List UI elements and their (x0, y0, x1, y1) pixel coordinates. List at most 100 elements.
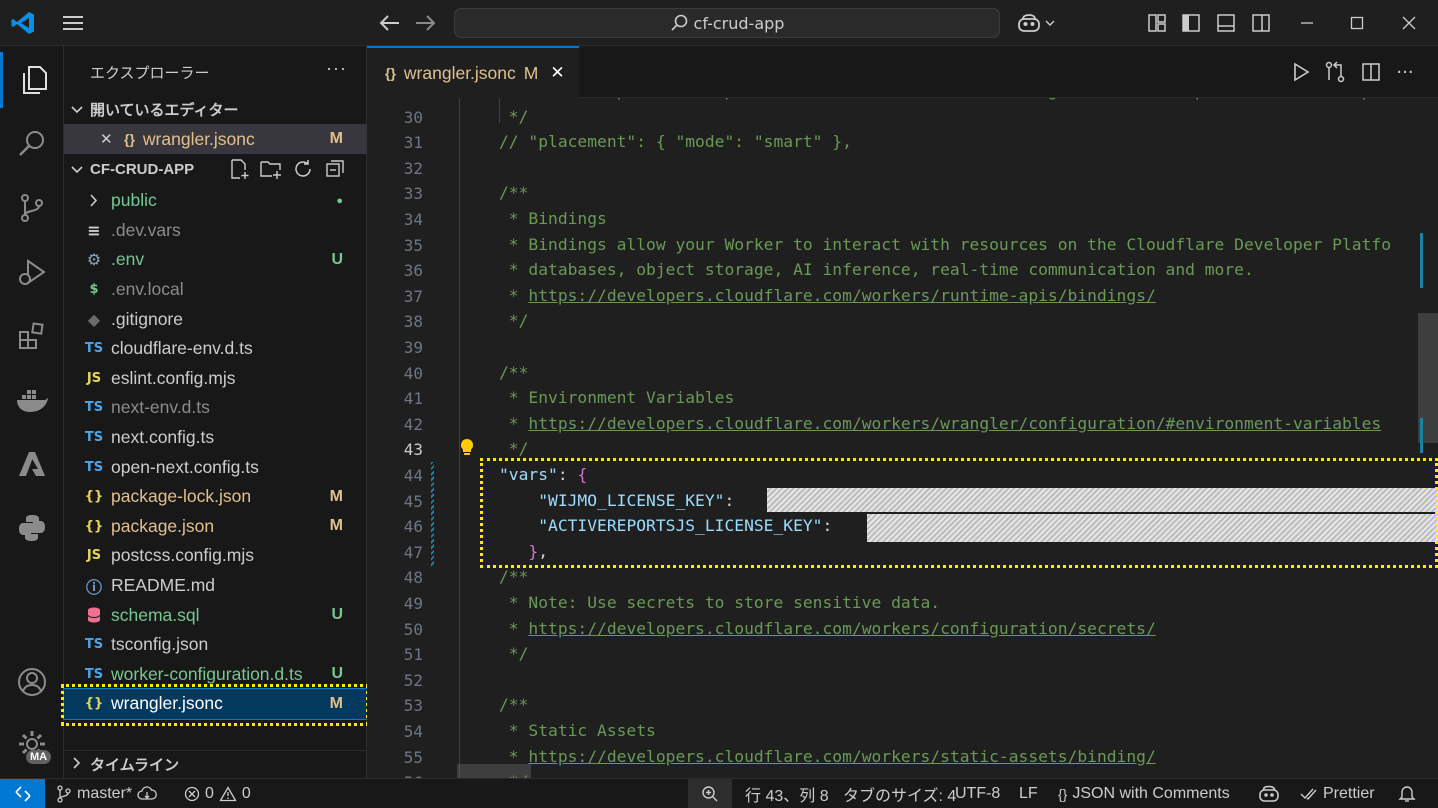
horizontal-scrollbar-thumb[interactable] (457, 764, 531, 778)
timeline-header[interactable]: タイムライン (64, 750, 367, 778)
cursor-position[interactable]: 行 43、列 8 (745, 779, 829, 808)
forward-icon[interactable] (410, 8, 440, 38)
tab-size[interactable]: タブのサイズ: 4 (843, 779, 956, 808)
file-item[interactable]: ⓘ README.md (64, 571, 367, 601)
file-item[interactable]: JS eslint.config.mjs (64, 364, 367, 394)
toggle-primary-sidebar-icon[interactable] (1178, 10, 1204, 36)
encoding[interactable]: UTF-8 (955, 779, 1000, 808)
source-control-icon[interactable] (0, 180, 64, 236)
more-actions-icon[interactable]: ··· (326, 58, 347, 79)
json-key: "WIJMO_LICENSE_KEY" (538, 490, 725, 510)
tab-close-icon[interactable]: ✕ (550, 63, 564, 83)
remote-indicator[interactable] (0, 779, 45, 808)
project-folder-label: CF-CRUD-APP (90, 160, 195, 178)
toggle-panel-icon[interactable] (1213, 10, 1239, 36)
extensions-icon[interactable] (0, 308, 64, 364)
more-editor-actions-icon[interactable]: ··· (1391, 58, 1419, 86)
punctuation: , (538, 541, 549, 561)
close-window-icon[interactable] (1394, 8, 1424, 38)
prettier-text: Prettier (1323, 785, 1375, 802)
file-name: eslint.config.mjs (111, 367, 236, 388)
code-link[interactable]: https://developers.cloudflare.com/worker… (587, 98, 1391, 100)
file-item[interactable]: {} wrangler.jsonc M (63, 688, 368, 720)
branch-status[interactable]: master* (56, 779, 157, 808)
new-file-icon[interactable] (228, 158, 250, 185)
prettier-status[interactable]: Prettier (1300, 779, 1375, 808)
file-item[interactable]: schema.sql U (64, 600, 367, 630)
zoom-indicator[interactable] (688, 779, 732, 808)
line-number: 45 (403, 491, 423, 511)
code-link[interactable]: https://developers.cloudflare.com/worker… (528, 414, 1381, 433)
json-key: "vars" (499, 465, 558, 484)
vscode-logo-icon (8, 8, 38, 38)
compare-changes-icon[interactable] (1321, 58, 1349, 86)
file-item[interactable]: TS open-next.config.ts (64, 452, 367, 482)
azure-icon[interactable] (0, 436, 64, 492)
explorer-icon[interactable] (0, 52, 64, 108)
file-name: .env.local (111, 279, 184, 300)
copilot-menu[interactable] (1012, 8, 1060, 38)
lightbulb-icon[interactable] (459, 438, 475, 462)
encoding-text: UTF-8 (955, 785, 1001, 802)
problems-status[interactable]: 0 0 (184, 779, 251, 808)
file-item[interactable]: TS next.config.ts (64, 423, 367, 453)
line-number: 42 (403, 414, 423, 434)
back-icon[interactable] (375, 8, 405, 38)
language-mode[interactable]: {} JSON with Comments (1058, 779, 1230, 808)
minimize-icon[interactable] (1292, 8, 1322, 38)
code-link[interactable]: https://developers.cloudflare.com/worker… (528, 747, 1155, 766)
file-item[interactable]: TS tsconfig.json (64, 630, 367, 660)
close-editor-icon[interactable]: ✕ (100, 130, 116, 148)
menu-icon[interactable] (58, 8, 88, 38)
new-folder-icon[interactable] (259, 158, 283, 185)
scrollbar-track[interactable] (1418, 98, 1438, 778)
file-item[interactable]: TS next-env.d.ts (64, 393, 367, 423)
customize-layout-icon[interactable] (1144, 10, 1170, 36)
refresh-icon[interactable] (292, 158, 314, 185)
search-view-icon[interactable] (0, 116, 64, 172)
sync-cloud-icon[interactable] (137, 786, 157, 802)
modified-badge: M (329, 487, 343, 505)
project-folder-header[interactable]: CF-CRUD-APP (64, 155, 367, 183)
command-center-text: cf-crud-app (693, 13, 785, 33)
file-item[interactable]: ⚙ .env U (64, 245, 367, 275)
file-item[interactable]: {} package.json M (64, 512, 367, 542)
line-number: 41 (403, 389, 423, 409)
changes-dot: ● (336, 194, 343, 207)
docker-icon[interactable] (0, 372, 64, 428)
code-line: "ACTIVEREPORTSJS_LICENSE_KEY": (499, 516, 842, 535)
file-item[interactable]: ≡ .dev.vars (64, 216, 367, 246)
tab-wrangler-jsonc[interactable]: {} wrangler.jsonc M ✕ (367, 46, 579, 98)
gutter-change-marker (431, 462, 434, 566)
end-of-line[interactable]: LF (1019, 779, 1038, 808)
toggle-secondary-sidebar-icon[interactable] (1248, 10, 1274, 36)
code-link[interactable]: https://developers.cloudflare.com/worker… (528, 619, 1155, 638)
copilot-status-icon[interactable] (1258, 779, 1280, 808)
maximize-icon[interactable] (1342, 8, 1372, 38)
account-badge: MA (26, 750, 52, 764)
file-item[interactable]: ◆ .gitignore (64, 304, 367, 334)
split-editor-icon[interactable] (1357, 58, 1385, 86)
notifications-bell-icon[interactable] (1398, 779, 1416, 808)
code-link[interactable]: https://developers.cloudflare.com/worker… (528, 286, 1155, 305)
line-number: 50 (403, 619, 423, 639)
modified-badge: M (329, 130, 343, 147)
accounts-icon[interactable] (0, 654, 64, 710)
open-editors-header[interactable]: 開いているエディター (64, 95, 367, 123)
run-debug-icon[interactable] (0, 244, 64, 300)
file-item[interactable]: TS cloudflare-env.d.ts (64, 334, 367, 364)
file-item[interactable]: TS worker-configuration.d.ts U (64, 660, 367, 690)
folder-item[interactable]: public ● (64, 186, 367, 216)
python-icon[interactable] (0, 500, 64, 556)
open-editor-item[interactable]: ✕ {} wrangler.jsonc M (64, 124, 367, 154)
language-text: JSON with Comments (1072, 785, 1230, 802)
run-icon[interactable] (1287, 58, 1315, 86)
file-item[interactable]: JS postcss.config.mjs (64, 541, 367, 571)
code-editor[interactable]: 29 * Docs: https://developers.cloudflare… (367, 98, 1438, 778)
command-center[interactable]: cf-crud-app (454, 8, 1000, 38)
line-number: 29 (367, 98, 423, 101)
file-item[interactable]: $ .env.local (64, 275, 367, 305)
file-item[interactable]: {} package-lock.json M (64, 482, 367, 512)
manage-gear-icon[interactable]: MA (0, 716, 64, 772)
collapse-all-icon[interactable] (324, 158, 346, 185)
